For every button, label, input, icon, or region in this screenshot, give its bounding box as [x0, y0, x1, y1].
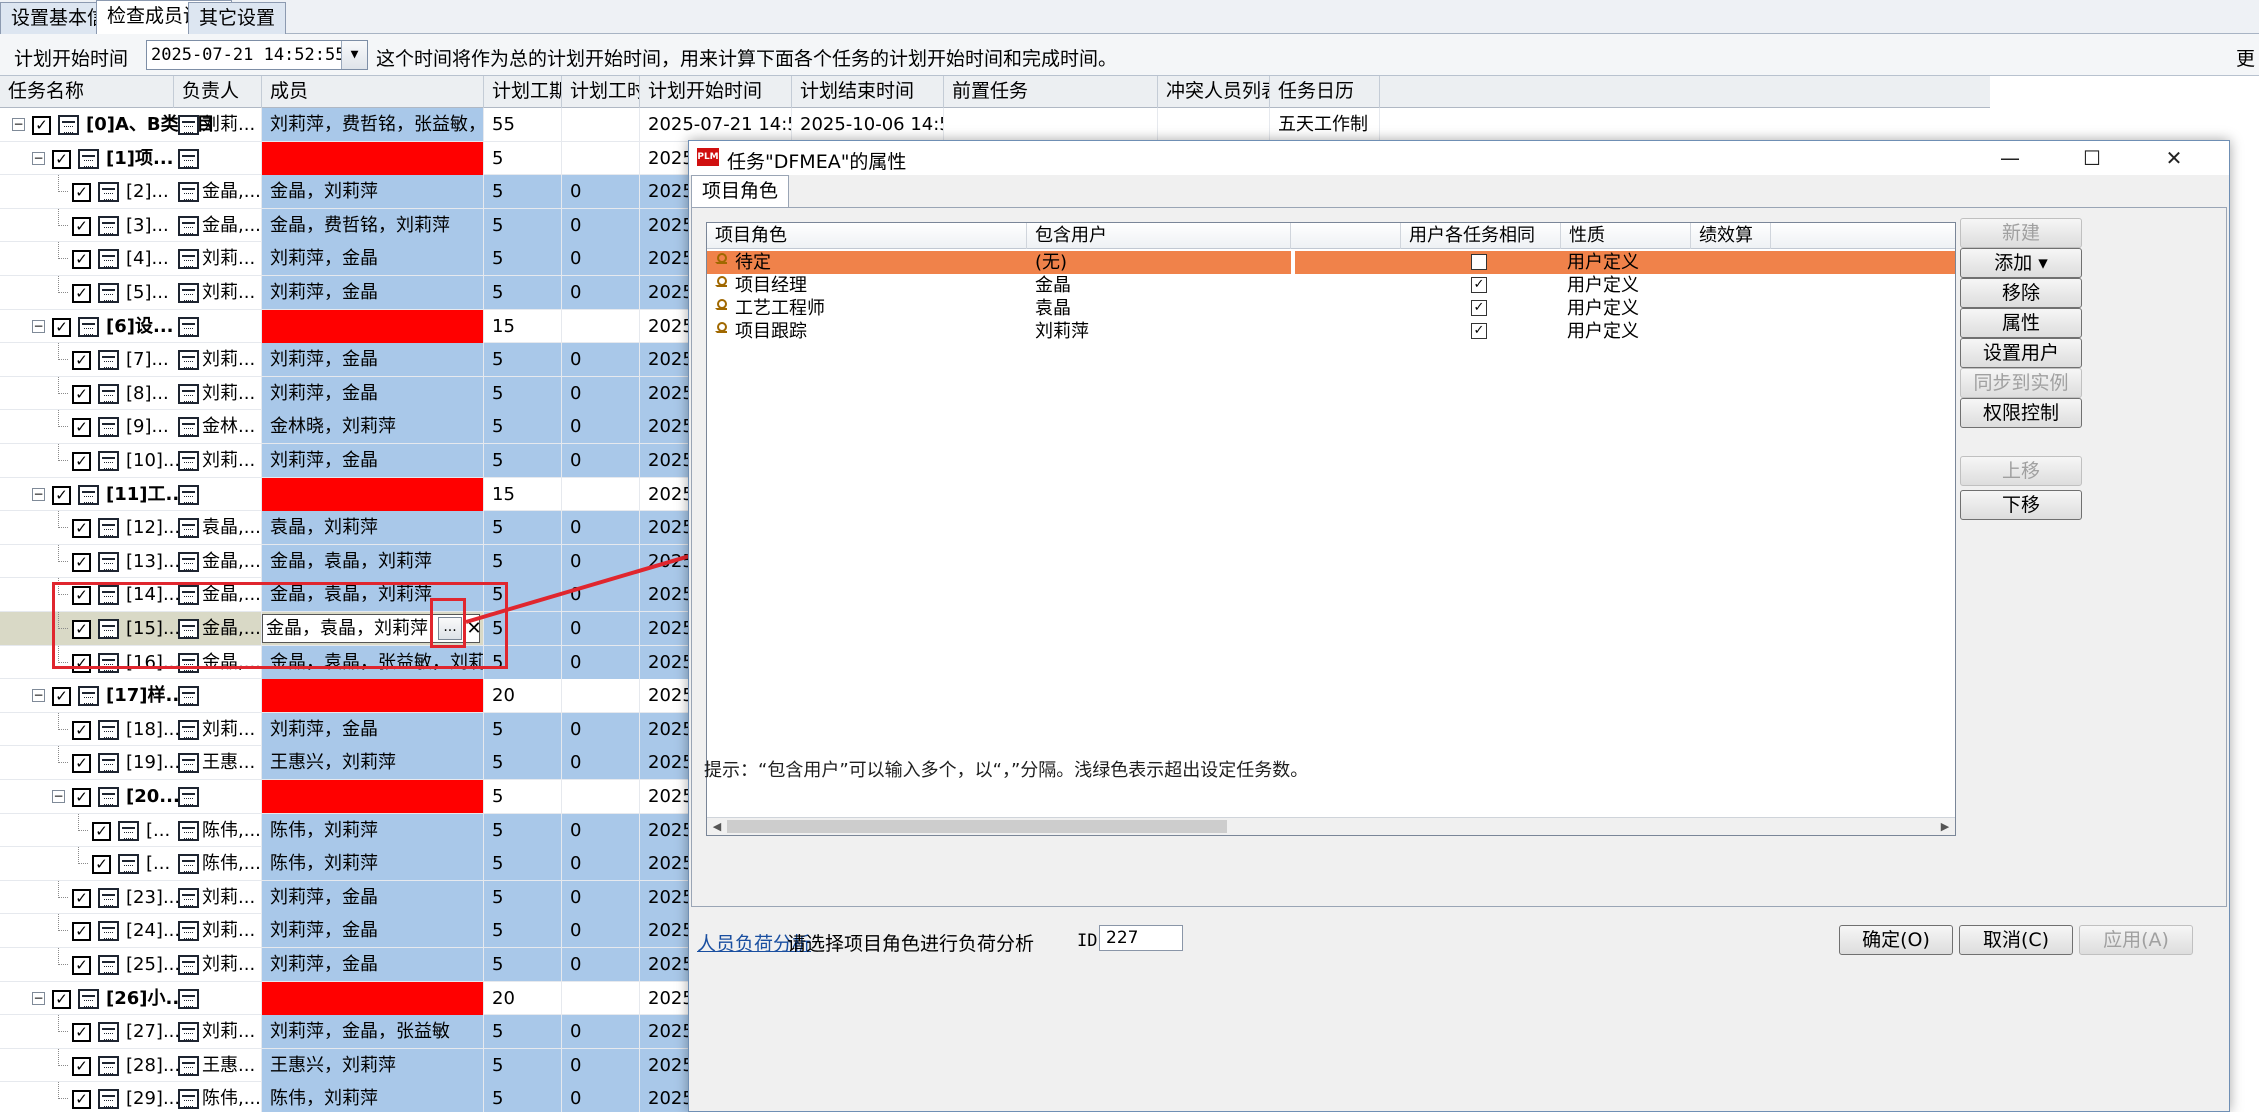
new-button[interactable]: 新建	[1960, 218, 2082, 248]
id-label: ID	[1077, 931, 1098, 951]
plm-logo-icon: PLM	[697, 148, 719, 166]
same-users-checkbox[interactable]: ✓	[1471, 323, 1487, 339]
role-nature: 用户定义	[1567, 298, 1639, 319]
role-users: (无)	[1035, 252, 1068, 273]
row-divider	[1291, 251, 1295, 274]
role-row[interactable]: 项目跟踪 刘莉萍 用户定义 ✓	[707, 320, 1955, 343]
dialog-title: 任务"DFMEA"的属性	[727, 151, 907, 173]
col-users[interactable]: 包含用户	[1027, 223, 1291, 249]
add-button[interactable]: 添加 ▾	[1960, 248, 2082, 278]
person-icon	[713, 276, 727, 294]
role-table-header: 项目角色 包含用户 用户各任务相同 性质 绩效算	[707, 223, 1955, 249]
person-icon	[713, 253, 727, 271]
remove-button[interactable]: 移除	[1960, 278, 2082, 308]
role-name: 项目跟踪	[735, 321, 807, 342]
roles-panel: 项目角色 包含用户 用户各任务相同 性质 绩效算 待定 (无) 用户定义 项目经理 金晶…	[691, 207, 2227, 907]
id-field[interactable]: 227	[1099, 925, 1183, 951]
same-users-checkbox[interactable]	[1471, 254, 1487, 270]
dialog-titlebar[interactable]: PLM 任务"DFMEA"的属性 — ☐ ✕	[689, 141, 2229, 175]
role-users: 金晶	[1035, 275, 1071, 296]
col-performance[interactable]: 绩效算	[1691, 223, 1771, 249]
maximize-icon[interactable]: ☐	[2069, 143, 2115, 173]
move-up-button[interactable]: 上移	[1960, 456, 2082, 486]
move-down-button[interactable]: 下移	[1960, 490, 2082, 520]
set-users-button[interactable]: 设置用户	[1960, 338, 2082, 368]
role-name: 项目经理	[735, 275, 807, 296]
cancel-button[interactable]: 取消(C)	[1959, 925, 2073, 955]
role-name: 工艺工程师	[735, 298, 825, 319]
load-analysis-hint: 请选择项目角色进行负荷分析	[787, 933, 1035, 955]
horizontal-scrollbar[interactable]: ◀ ▶	[707, 817, 1955, 835]
scrollbar-thumb[interactable]	[727, 820, 1227, 833]
same-users-checkbox[interactable]: ✓	[1471, 277, 1487, 293]
col-same-users[interactable]: 用户各任务相同	[1401, 223, 1561, 249]
sync-to-instance-button[interactable]: 同步到实例	[1960, 368, 2082, 398]
role-nature: 用户定义	[1567, 275, 1639, 296]
role-users: 袁晶	[1035, 298, 1071, 319]
col-role[interactable]: 项目角色	[707, 223, 1027, 249]
role-row[interactable]: 项目经理 金晶 用户定义 ✓	[707, 274, 1955, 297]
role-row[interactable]: 待定 (无) 用户定义	[707, 251, 1955, 274]
apply-button[interactable]: 应用(A)	[2079, 925, 2193, 955]
scroll-right-icon[interactable]: ▶	[1937, 819, 1953, 835]
role-table[interactable]: 项目角色 包含用户 用户各任务相同 性质 绩效算 待定 (无) 用户定义 项目经理 金晶…	[706, 222, 1956, 836]
tab-project-roles[interactable]: 项目角色	[691, 175, 790, 207]
permission-button[interactable]: 权限控制	[1960, 398, 2082, 428]
role-nature: 用户定义	[1567, 321, 1639, 342]
person-icon	[713, 299, 727, 317]
same-users-checkbox[interactable]: ✓	[1471, 300, 1487, 316]
role-nature: 用户定义	[1567, 252, 1639, 273]
role-hint: 提示：“包含用户”可以输入多个，以“，”分隔。浅绿色表示超出设定任务数。	[704, 760, 1309, 781]
properties-button[interactable]: 属性	[1960, 308, 2082, 338]
role-row[interactable]: 工艺工程师 袁晶 用户定义 ✓	[707, 297, 1955, 320]
col-nature[interactable]: 性质	[1561, 223, 1691, 249]
minimize-icon[interactable]: —	[1987, 143, 2033, 173]
task-properties-dialog: PLM 任务"DFMEA"的属性 — ☐ ✕ 项目角色 项目角色 包含用户 用户…	[688, 140, 2230, 1112]
role-users: 刘莉萍	[1035, 321, 1089, 342]
scroll-left-icon[interactable]: ◀	[709, 819, 725, 835]
col-blank	[1291, 223, 1401, 249]
person-icon	[713, 322, 727, 340]
ok-button[interactable]: 确定(O)	[1839, 925, 1953, 955]
close-icon[interactable]: ✕	[2151, 143, 2197, 173]
role-name: 待定	[735, 252, 771, 273]
